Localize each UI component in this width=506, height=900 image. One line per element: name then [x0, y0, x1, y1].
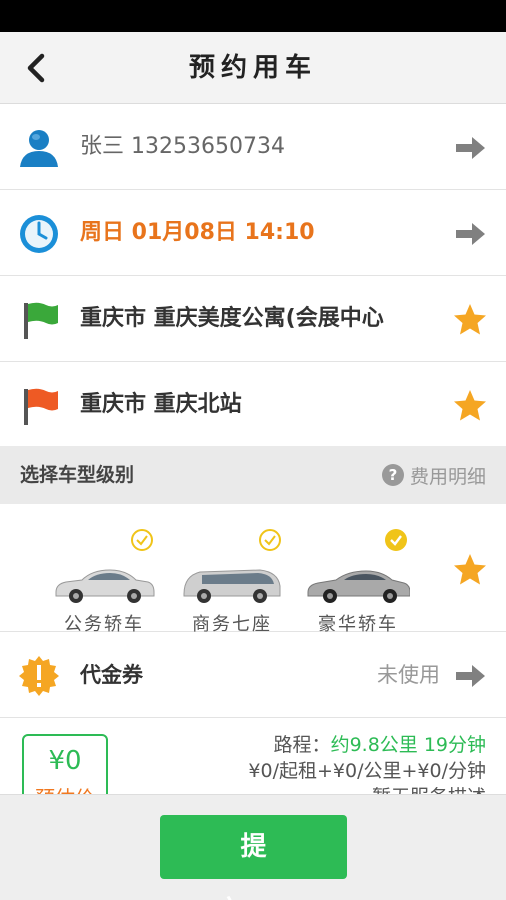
destination-address: 重庆市 重庆北站 [80, 392, 242, 417]
price-amount: ¥0 [48, 746, 82, 776]
nav-bar: 预约用车 [0, 32, 506, 104]
status-bar [0, 0, 506, 32]
page-title: 预约用车 [188, 53, 317, 83]
passenger-info: 张三 13253650734 [80, 134, 285, 159]
price-label: 预估价 [24, 782, 106, 794]
minivan-car-icon [183, 569, 281, 603]
voucher-row[interactable]: 代金券 未使用 [0, 632, 506, 718]
arrow-right-icon [456, 137, 485, 159]
check-circle-filled-icon [385, 529, 407, 551]
car-type-panel: 公务轿车 商务七座 豪华轿车 [0, 504, 506, 635]
green-flag-icon [24, 302, 58, 339]
luxury-car-icon [307, 570, 410, 603]
alert-badge-icon [19, 656, 59, 696]
origin-address: 重庆市 重庆美度公寓(会展中心 [80, 306, 384, 331]
route-info: 路程：约9.8公里 19分钟 ¥0/起租+¥0/公里+¥0/分钟 暂无服务描述 [248, 732, 486, 794]
star-icon[interactable] [452, 302, 488, 338]
estimated-price-box: ¥0 预估价 [22, 734, 108, 794]
star-icon[interactable] [452, 552, 488, 588]
fare-rate: ¥0/起租+¥0/公里+¥0/分钟 [248, 760, 486, 782]
arrow-right-icon [456, 665, 485, 687]
fee-detail-link[interactable]: ? 费用明细 [381, 446, 486, 504]
car-type-option[interactable]: 商务七座 [172, 524, 292, 635]
car-section-header: 选择车型级别 ? 费用明细 [0, 446, 506, 504]
submit-button[interactable]: 提交 [160, 815, 347, 900]
route-value: 约9.8公里 19分钟 [330, 734, 486, 756]
price-panel: ¥0 预估价 路程：约9.8公里 19分钟 ¥0/起租+¥0/公里+¥0/分钟 … [0, 718, 506, 794]
arrow-right-icon [456, 223, 485, 245]
route-prefix: 路程： [273, 734, 331, 756]
destination-row[interactable]: 重庆市 重庆北站 [0, 362, 506, 448]
check-circle-icon [131, 529, 153, 551]
time-row[interactable]: 周日 01月08日 14:10 [0, 190, 506, 276]
car-type-option[interactable]: 公务轿车 [44, 524, 164, 635]
red-flag-icon [24, 388, 58, 425]
clock-icon [20, 215, 58, 253]
question-icon: ? [381, 464, 404, 486]
star-icon[interactable] [452, 388, 488, 424]
passenger-row[interactable]: 张三 13253650734 [0, 104, 506, 190]
user-icon [20, 130, 58, 167]
car-section-title: 选择车型级别 [20, 464, 135, 486]
pickup-time: 周日 01月08日 14:10 [80, 220, 315, 245]
origin-row[interactable]: 重庆市 重庆美度公寓(会展中心 [0, 276, 506, 362]
bottom-bar: 提交 [0, 794, 506, 900]
voucher-status: 未使用 [377, 663, 440, 687]
fee-detail-label: 费用明细 [409, 465, 486, 488]
check-circle-icon [259, 529, 281, 551]
service-note: 暂无服务描述 [248, 784, 486, 794]
route-distance-line: 路程：约9.8公里 19分钟 [248, 732, 486, 758]
sedan-car-icon [55, 569, 155, 603]
voucher-label: 代金券 [80, 663, 143, 687]
car-type-option-selected[interactable]: 豪华轿车 [298, 524, 418, 635]
